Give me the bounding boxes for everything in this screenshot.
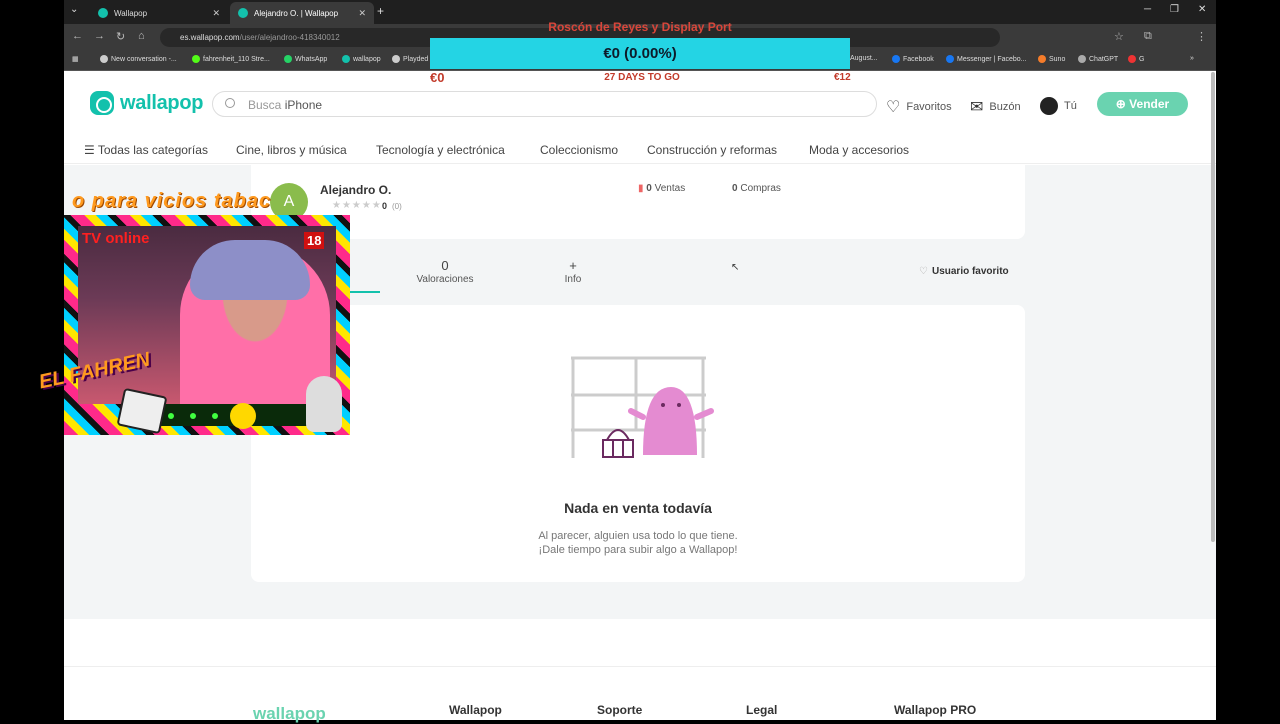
close-tab-icon[interactable]: ✕ — [358, 8, 366, 19]
ventas-stat: ▮ 0 Ventas — [638, 183, 686, 194]
bookmark-item[interactable]: wallapop — [342, 55, 381, 63]
compras-stat: 0 Compras — [732, 183, 781, 194]
footer-heading: Wallapop — [449, 703, 502, 717]
sell-label: Vender — [1129, 97, 1170, 111]
hamburger-icon: ☰ — [84, 143, 98, 157]
bookmark-item[interactable]: WhatsApp — [284, 55, 327, 63]
astronaut-icon — [306, 376, 342, 432]
logo-text: wallapop — [120, 91, 204, 114]
site-header: wallapop Busca iPhone ♡ Favoritos ✉ Buzó… — [64, 80, 1216, 128]
apps-icon[interactable]: ▦ — [72, 55, 79, 63]
category-item[interactable]: Construcción y reformas — [647, 143, 777, 157]
dot-icon — [212, 413, 218, 419]
home-icon[interactable]: ⌂ — [138, 30, 145, 42]
close-window-icon[interactable]: ✕ — [1198, 4, 1206, 15]
browser-tab[interactable]: Wallapop ✕ — [90, 2, 228, 24]
category-item[interactable]: Coleccionismo — [540, 143, 618, 157]
back-icon[interactable]: ← — [72, 30, 83, 42]
rating-value: 0 — [382, 201, 388, 211]
category-item[interactable]: Tecnología y electrónica — [376, 143, 505, 157]
menu-icon[interactable]: ⋮ — [1196, 30, 1207, 43]
avatar-icon — [1040, 97, 1058, 115]
search-placeholder: Busca — [248, 98, 282, 112]
dot-icon — [190, 413, 196, 419]
bookmark-item[interactable]: ChatGPT — [1078, 55, 1118, 63]
wallapop-favicon-icon — [238, 8, 248, 18]
tab-search-icon[interactable]: ⌄ — [70, 4, 78, 15]
bookmark-item[interactable]: August... — [850, 55, 878, 62]
reload-icon[interactable]: ↻ — [116, 30, 125, 43]
footer-logo[interactable]: wallapop — [253, 704, 326, 724]
extensions-icon[interactable]: ⧉ — [1144, 30, 1152, 43]
category-item[interactable]: Moda y accesorios — [809, 143, 909, 157]
heart-icon: ♡ — [886, 99, 901, 116]
donation-current: €0 — [430, 70, 445, 85]
wallapop-logo-icon — [90, 91, 114, 115]
footer-heading: Legal — [746, 703, 778, 717]
favorite-user-button[interactable]: ♡ Usuario favorito — [919, 266, 1009, 277]
category-item[interactable]: Cine, libros y música — [236, 143, 347, 157]
new-tab-icon[interactable]: + — [377, 4, 384, 18]
tab-label: Alejandro O. | Wallapop — [254, 8, 339, 18]
mail-icon: ✉ — [970, 99, 984, 116]
tab-info[interactable]: + Info — [528, 258, 618, 285]
close-tab-icon[interactable]: ✕ — [212, 8, 220, 19]
wallapop-favicon-icon — [98, 8, 108, 18]
empty-title: Nada en venta todavía — [564, 500, 712, 516]
footer-heading: Wallapop PRO — [894, 703, 977, 717]
age-badge: 18 — [304, 232, 325, 249]
bookmark-item[interactable]: New conversation -... — [100, 55, 177, 63]
url-path: /user/alejandroo-418340012 — [239, 33, 340, 42]
heart-icon: ♡ — [919, 266, 928, 277]
pacman-icon — [230, 403, 256, 429]
bookmark-item[interactable]: Suno — [1038, 55, 1065, 63]
plus-circle-icon: ⊕ — [1115, 97, 1130, 111]
donation-days-left: 27 DAYS TO GO — [604, 72, 680, 83]
tab-valoraciones[interactable]: 0 Valoraciones — [400, 258, 490, 285]
bookmark-item[interactable]: Messenger | Facebo... — [946, 55, 1027, 63]
star-icon[interactable]: ☆ — [1114, 30, 1124, 43]
search-suggestion: iPhone — [284, 98, 323, 112]
favoritos-label: Favoritos — [906, 101, 952, 113]
search-icon — [225, 98, 235, 108]
bookmark-item[interactable]: G — [1128, 55, 1144, 63]
donation-goal: €12 — [834, 72, 851, 83]
minimize-icon[interactable]: ─ — [1144, 4, 1151, 15]
tab-label: Wallapop — [114, 8, 148, 18]
wallapop-logo[interactable]: wallapop — [90, 91, 203, 115]
streamer-hair — [190, 240, 310, 300]
bookmark-item[interactable]: Facebook — [892, 55, 934, 63]
buzon-link[interactable]: ✉ Buzón — [970, 97, 1021, 117]
tv-online-label: TV online — [82, 230, 150, 247]
webcam-ticker-text: o para vicios tabac — [72, 190, 272, 212]
dot-icon — [168, 413, 174, 419]
stream-title: Roscón de Reyes y Display Port — [548, 20, 732, 34]
empty-description: Al parecer, alguien usa todo lo que tien… — [538, 530, 738, 556]
url-host: es.wallapop.com — [180, 33, 240, 42]
user-name: Alejandro O. — [320, 183, 392, 197]
maximize-icon[interactable]: ❐ — [1170, 4, 1179, 15]
footer-divider — [64, 666, 1216, 667]
category-all[interactable]: ☰ Todas las categorías — [84, 143, 208, 157]
bookmark-item[interactable]: fahrenheit_110 Stre... — [192, 55, 270, 63]
bookmark-item[interactable]: Playded — [392, 55, 428, 63]
mouse-cursor-icon: ↖ — [731, 262, 740, 273]
donation-progress-bar: €0 (0.00%) — [430, 38, 850, 69]
tu-label: Tú — [1064, 100, 1077, 112]
browser-tab-active[interactable]: Alejandro O. | Wallapop ✕ — [230, 2, 374, 24]
scrollbar[interactable] — [1211, 72, 1215, 542]
buzon-label: Buzón — [989, 101, 1021, 113]
profile-link[interactable]: Tú — [1040, 97, 1077, 115]
sell-button[interactable]: ⊕ Vender — [1097, 92, 1188, 116]
footer-heading: Soporte — [597, 703, 643, 717]
more-bookmarks-icon[interactable]: » — [1190, 55, 1194, 62]
rating-stars-icon: ★★★★★ — [332, 200, 382, 211]
favoritos-link[interactable]: ♡ Favoritos — [886, 97, 952, 117]
rating-count: (0) — [392, 202, 402, 211]
category-bar: ☰ Todas las categorías Cine, libros y mú… — [64, 136, 1216, 164]
forward-icon[interactable]: → — [94, 30, 105, 42]
search-input[interactable]: Busca iPhone — [212, 91, 877, 117]
